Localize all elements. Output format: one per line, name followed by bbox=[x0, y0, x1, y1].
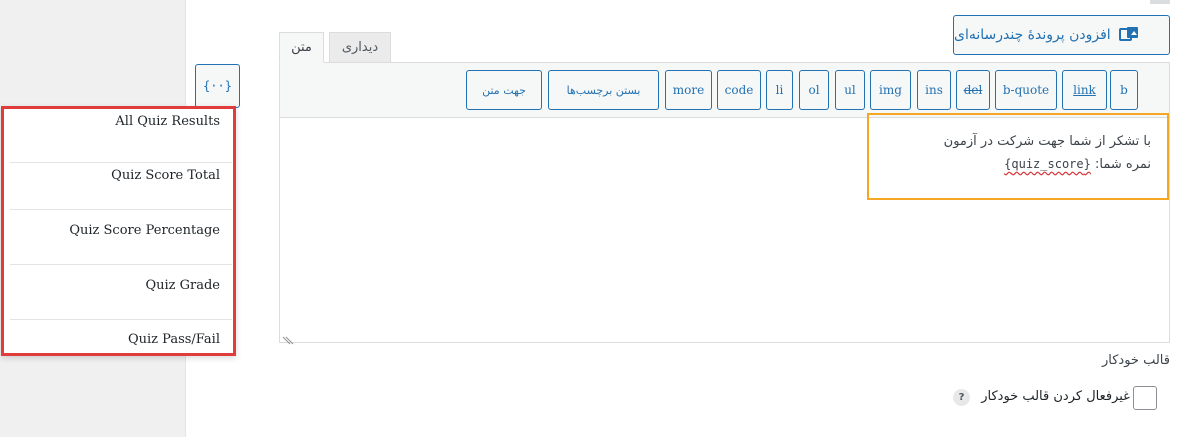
qt-img-button[interactable]: img bbox=[870, 70, 911, 110]
tab-visual[interactable]: دیداری bbox=[329, 32, 391, 63]
quiz-score-variable: {quiz_score} bbox=[1004, 157, 1091, 171]
qt-text-direction-button[interactable]: جهت متن bbox=[466, 70, 542, 110]
variable-item-quiz-score-percentage[interactable]: Quiz Score Percentage bbox=[10, 210, 232, 265]
qt-ul-button[interactable]: ul bbox=[835, 70, 865, 110]
tab-text[interactable]: متن bbox=[279, 32, 324, 63]
autop-option: غیرفعال کردن قالب خودکار ? bbox=[950, 384, 1160, 412]
disable-autop-checkbox[interactable] bbox=[1133, 386, 1157, 410]
disable-autop-label[interactable]: غیرفعال کردن قالب خودکار bbox=[981, 389, 1130, 404]
qt-blockquote-button[interactable]: b-quote bbox=[995, 70, 1057, 110]
help-icon[interactable]: ? bbox=[953, 389, 970, 406]
variable-item-quiz-score-total[interactable]: Quiz Score Total bbox=[10, 155, 232, 210]
editor-area[interactable]: b i link b-quote del ins img ul ol li co… bbox=[279, 62, 1170, 343]
editor-content[interactable]: با تشکر از شما جهت شرکت در آزمون نمره شم… bbox=[867, 113, 1169, 200]
media-add-icon bbox=[1118, 26, 1139, 44]
add-media-label: افزودن پروندهٔ چندرسانه‌ای bbox=[954, 27, 1111, 43]
qt-ins-button[interactable]: ins bbox=[917, 70, 951, 110]
qt-bold-button[interactable]: b bbox=[1110, 70, 1138, 110]
qt-link-button[interactable]: link bbox=[1062, 70, 1107, 110]
qt-ol-button[interactable]: ol bbox=[799, 70, 829, 110]
quicktags-toolbar: b i link b-quote del ins img ul ol li co… bbox=[280, 63, 1169, 118]
qt-li-button[interactable]: li bbox=[766, 70, 793, 110]
add-media-button[interactable]: افزودن پروندهٔ چندرسانه‌ای bbox=[953, 15, 1170, 55]
variable-item-quiz-grade[interactable]: Quiz Grade bbox=[10, 265, 232, 320]
qt-more-button[interactable]: more bbox=[665, 70, 712, 110]
top-edge-fragment bbox=[1150, 0, 1170, 4]
qt-code-button[interactable]: code bbox=[717, 70, 761, 110]
autop-section-title: قالب خودکار bbox=[1101, 353, 1170, 368]
insert-variable-button[interactable]: {··} bbox=[195, 64, 240, 108]
variable-item-quiz-pass-fail[interactable]: Quiz Pass/Fail bbox=[10, 320, 232, 356]
score-label: نمره شما: bbox=[1095, 157, 1151, 172]
qt-del-button[interactable]: del bbox=[956, 70, 990, 110]
resize-handle-icon[interactable] bbox=[282, 330, 294, 345]
content-line-2: نمره شما: {quiz_score} bbox=[869, 153, 1151, 176]
content-line-1: با تشکر از شما جهت شرکت در آزمون bbox=[943, 134, 1151, 149]
qt-close-tags-button[interactable]: بستن برچسب‌ها bbox=[548, 70, 659, 110]
variables-dropdown: All Quiz Results Quiz Score Total Quiz S… bbox=[1, 106, 236, 356]
